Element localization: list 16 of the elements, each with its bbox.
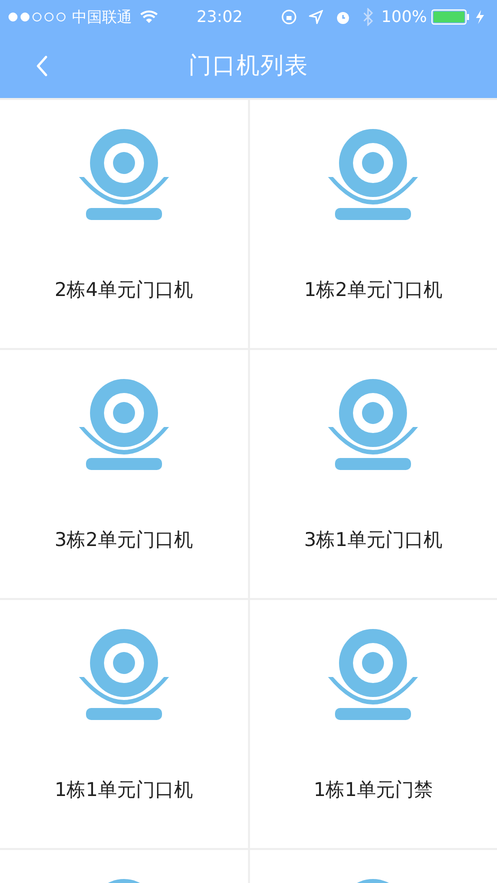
device-name: 3栋2单元门口机 <box>54 528 193 552</box>
device-tile[interactable]: 1栋1单元门禁 <box>250 600 497 848</box>
page-title: 门口机列表 <box>188 52 308 81</box>
device-name: 1栋1单元门禁 <box>314 778 433 802</box>
device-tile[interactable]: 1栋2单元门口机 <box>250 100 497 348</box>
device-tile[interactable]: 3栋2单元门口机 <box>0 350 248 598</box>
clock-time: 23:02 <box>196 6 243 28</box>
device-name: 1栋2单元门口机 <box>304 278 442 302</box>
device-name: 3栋1单元门口机 <box>304 528 442 552</box>
device-name: 1栋1单元门口机 <box>54 778 193 802</box>
carrier-name: 中国联通 <box>72 6 132 28</box>
device-tile[interactable]: 3栋1单元门口机 <box>250 350 497 598</box>
battery-percent: 100% <box>381 6 427 28</box>
device-name: 2栋4单元门口机 <box>54 278 193 302</box>
device-tile[interactable]: 2栋4单元门口机 <box>0 100 248 348</box>
device-tile[interactable]: 1栋1单元门口机 <box>0 600 248 848</box>
